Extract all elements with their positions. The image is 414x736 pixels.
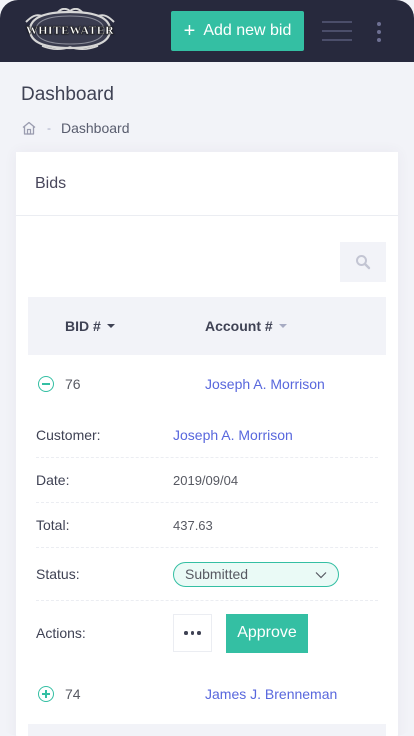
- logo-text: WHITEWATER: [25, 22, 115, 37]
- add-new-bid-label: Add new bid: [203, 22, 292, 39]
- app-screen: WHITEWATER + Add new bid Dashboard - Das…: [0, 0, 414, 736]
- sort-caret-icon: [106, 324, 115, 328]
- approve-button[interactable]: Approve: [226, 613, 308, 653]
- table-row[interactable]: 76 Joseph A. Morrison: [28, 362, 386, 406]
- detail-label: Date:: [36, 472, 70, 488]
- account-link[interactable]: Joseph A. Morrison: [205, 376, 325, 392]
- customer-link[interactable]: Joseph A. Morrison: [173, 427, 293, 443]
- more-actions-button[interactable]: [173, 614, 212, 652]
- detail-label: Actions:: [36, 625, 86, 641]
- column-label: BID #: [65, 318, 101, 334]
- collapse-row-icon[interactable]: [38, 376, 54, 392]
- table-row[interactable]: 74 James J. Brenneman: [28, 672, 386, 716]
- page-title: Dashboard: [21, 84, 114, 105]
- bids-card: Bids BID # Account # 76 Joseph A. Morris…: [16, 152, 398, 736]
- search-button[interactable]: [340, 242, 386, 282]
- detail-actions: Actions: Approve: [36, 610, 378, 656]
- bid-number: 74: [65, 686, 81, 702]
- account-link[interactable]: James J. Brenneman: [205, 686, 337, 702]
- add-new-bid-button[interactable]: + Add new bid: [171, 11, 304, 51]
- status-select[interactable]: Submitted: [173, 561, 339, 587]
- column-header-account[interactable]: Account #: [205, 318, 287, 334]
- total-value: 437.63: [173, 517, 213, 533]
- search-icon: [356, 255, 371, 270]
- detail-label: Customer:: [36, 427, 101, 443]
- card-title: Bids: [16, 152, 398, 216]
- plus-icon: +: [183, 20, 196, 42]
- detail-label: Status:: [36, 566, 80, 582]
- status-value: Submitted: [185, 566, 249, 582]
- hamburger-icon[interactable]: [322, 21, 352, 41]
- breadcrumb: - Dashboard: [21, 119, 130, 137]
- column-header-bid[interactable]: BID #: [65, 318, 115, 334]
- breadcrumb-separator: -: [47, 121, 51, 135]
- date-value: 2019/09/04: [173, 472, 239, 488]
- detail-status: Status: Submitted: [36, 548, 378, 601]
- detail-customer: Customer: Joseph A. Morrison: [36, 413, 378, 458]
- detail-label: Total:: [36, 517, 70, 533]
- detail-total: Total: 437.63: [36, 503, 378, 548]
- home-icon[interactable]: [21, 120, 37, 136]
- bid-number: 76: [65, 376, 81, 392]
- vertical-dots-icon[interactable]: [373, 22, 385, 42]
- table-header: BID # Account #: [28, 297, 386, 355]
- chevron-down-icon: [315, 571, 327, 578]
- table-footer-band: [28, 724, 386, 736]
- top-bar: WHITEWATER + Add new bid: [0, 0, 414, 62]
- column-label: Account #: [205, 318, 273, 334]
- breadcrumb-current[interactable]: Dashboard: [61, 120, 130, 136]
- sort-caret-icon: [278, 324, 287, 328]
- whitewater-logo[interactable]: WHITEWATER: [22, 8, 118, 52]
- expand-row-icon[interactable]: [38, 686, 54, 702]
- detail-date: Date: 2019/09/04: [36, 458, 378, 503]
